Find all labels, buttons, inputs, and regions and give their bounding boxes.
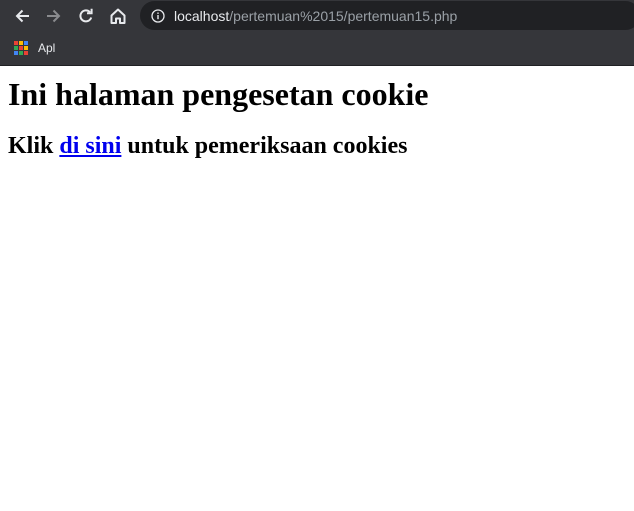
browser-toolbar: localhost/pertemuan%2015/pertemuan15.php bbox=[0, 0, 634, 31]
info-icon[interactable] bbox=[150, 8, 166, 24]
forward-button[interactable] bbox=[38, 0, 70, 31]
reload-button[interactable] bbox=[70, 0, 102, 31]
bookmarks-bar: Apl bbox=[0, 31, 634, 66]
address-bar[interactable]: localhost/pertemuan%2015/pertemuan15.php bbox=[140, 1, 634, 30]
home-icon bbox=[110, 8, 126, 24]
home-button[interactable] bbox=[102, 0, 134, 31]
arrow-left-icon bbox=[15, 9, 29, 22]
bookmark-apps[interactable]: Apl bbox=[14, 41, 55, 55]
browser-chrome: localhost/pertemuan%2015/pertemuan15.php… bbox=[0, 0, 634, 66]
arrow-right-icon bbox=[47, 9, 61, 22]
page-content: Ini halaman pengesetan cookie Klik di si… bbox=[0, 76, 634, 160]
back-button[interactable] bbox=[6, 0, 38, 31]
url-path: /pertemuan%2015/pertemuan15.php bbox=[229, 7, 458, 24]
line-suffix: untuk pemeriksaan cookies bbox=[127, 133, 408, 159]
instruction-line: Klik di sini untuk pemeriksaan cookies bbox=[8, 132, 626, 160]
reload-icon bbox=[79, 8, 93, 22]
apps-grid-icon bbox=[14, 41, 28, 55]
bookmark-label: Apl bbox=[38, 41, 56, 55]
url-text[interactable]: localhost/pertemuan%2015/pertemuan15.php bbox=[174, 8, 457, 24]
check-cookies-link[interactable]: di sini bbox=[59, 133, 121, 159]
line-prefix: Klik bbox=[8, 133, 54, 159]
page-heading: Ini halaman pengesetan cookie bbox=[8, 76, 429, 112]
url-host: localhost bbox=[174, 7, 230, 24]
